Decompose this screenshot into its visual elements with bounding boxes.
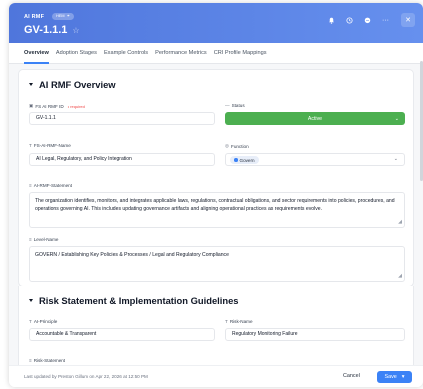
- tab-performance-metrics[interactable]: Performance Metrics: [155, 43, 207, 64]
- page-title: GV-1.1.1: [24, 24, 68, 36]
- scroll-content[interactable]: AI RMF Overview ▣ FS AI RMF ID • require…: [9, 64, 423, 365]
- last-updated-text: Last updated by Preston Gillum on Apr 22…: [24, 374, 148, 379]
- tab-bar: Overview Adoption Stages Example Control…: [9, 43, 423, 64]
- tab-cri-profile-mappings[interactable]: CRI Profile Mappings: [214, 43, 267, 64]
- save-button[interactable]: Save ▾: [377, 371, 412, 383]
- app-name: AI RMF: [24, 13, 45, 20]
- modal-footer: Last updated by Preston Gillum on Apr 22…: [9, 365, 423, 387]
- bell-icon[interactable]: [327, 16, 336, 25]
- level-textarea[interactable]: GOVERN / Establishing Key Policies & Pro…: [29, 246, 405, 282]
- function-chip: Govern: [230, 156, 259, 164]
- app-badge[interactable]: HEM ⚭: [52, 13, 74, 20]
- overview-section-title: AI RMF Overview: [39, 79, 116, 90]
- resize-handle-icon[interactable]: ◢: [398, 218, 402, 226]
- tab-overview[interactable]: Overview: [24, 43, 49, 64]
- resize-handle-icon[interactable]: ◢: [398, 272, 402, 280]
- id-card-icon: ▣: [29, 103, 34, 108]
- tab-example-controls[interactable]: Example Controls: [104, 43, 148, 64]
- risk-section: Risk Statement & Implementation Guidelin…: [18, 286, 414, 365]
- paragraph-icon: ≡: [29, 237, 32, 242]
- more-icon[interactable]: ···: [381, 16, 390, 25]
- principle-input[interactable]: Accountable & Transparent: [29, 328, 215, 341]
- statement-field-label: ≡ AI-RMF-Statement: [29, 183, 72, 188]
- risk-section-title: Risk Statement & Implementation Guidelin…: [39, 295, 239, 306]
- minus-icon: —: [225, 103, 230, 108]
- text-icon: T: [225, 319, 228, 324]
- modal-header: AI RMF HEM ⚭ GV-1.1.1 ☆ ··· ✕: [9, 3, 423, 43]
- app-badge-label: HEM: [56, 14, 65, 18]
- name-field-label: T FS-AI-RMF-Name: [29, 143, 71, 148]
- chip-dot-icon: [234, 158, 238, 162]
- function-select[interactable]: Govern ⌄: [225, 153, 405, 166]
- chevron-down-icon[interactable]: ▾: [402, 374, 405, 380]
- save-button-label: Save: [384, 374, 397, 380]
- tab-adoption-stages[interactable]: Adoption Stages: [56, 43, 97, 64]
- caret-down-icon: [29, 83, 33, 86]
- caret-down-icon: [29, 299, 33, 302]
- chevron-down-icon: ⌄: [394, 115, 399, 122]
- overview-section-header[interactable]: AI RMF Overview: [29, 79, 116, 90]
- chevron-down-icon: ⌄: [393, 156, 398, 162]
- level-field-label: ≡ Level-Name: [29, 237, 59, 242]
- risk-name-field-label: T Risk-Name: [225, 319, 253, 324]
- status-value: Active: [307, 115, 323, 122]
- risk-name-input[interactable]: Regulatory Monitoring Failure: [225, 328, 405, 341]
- id-input[interactable]: GV-1.1.1: [29, 112, 215, 125]
- circle-icon: ◎: [225, 143, 230, 148]
- paragraph-icon: ≡: [29, 358, 32, 363]
- status-select[interactable]: Active ⌄: [225, 112, 405, 125]
- risk-statement-field-label: ≡ Risk-Statement: [29, 358, 66, 363]
- cancel-button[interactable]: Cancel: [343, 373, 360, 379]
- control-detail-modal: AI RMF HEM ⚭ GV-1.1.1 ☆ ··· ✕ Overview A…: [9, 3, 423, 387]
- text-icon: T: [29, 143, 32, 148]
- star-icon[interactable]: ☆: [72, 26, 79, 35]
- status-field-label: — Status: [225, 103, 245, 108]
- statement-textarea[interactable]: The organization identifies, monitors, a…: [29, 192, 405, 228]
- statement-text: The organization identifies, monitors, a…: [35, 198, 395, 212]
- risk-section-header[interactable]: Risk Statement & Implementation Guidelin…: [29, 295, 239, 306]
- level-text: GOVERN / Establishing Key Policies & Pro…: [35, 252, 229, 258]
- clock-icon[interactable]: [345, 16, 354, 25]
- function-field-label: ◎ Function: [225, 143, 249, 149]
- overview-section: AI RMF Overview ▣ FS AI RMF ID • require…: [18, 69, 414, 287]
- id-field-label: ▣ FS AI RMF ID • required: [29, 103, 85, 109]
- text-icon: T: [29, 319, 32, 324]
- name-input[interactable]: AI Legal, Regulatory, and Policy Integra…: [29, 153, 215, 166]
- link-icon: ⚭: [66, 14, 70, 18]
- close-icon[interactable]: ✕: [401, 13, 415, 27]
- chat-icon[interactable]: [363, 16, 372, 25]
- principle-field-label: T AI-Principle: [29, 319, 58, 324]
- function-value: Govern: [239, 157, 255, 163]
- paragraph-icon: ≡: [29, 183, 32, 188]
- required-indicator: • required: [67, 103, 85, 109]
